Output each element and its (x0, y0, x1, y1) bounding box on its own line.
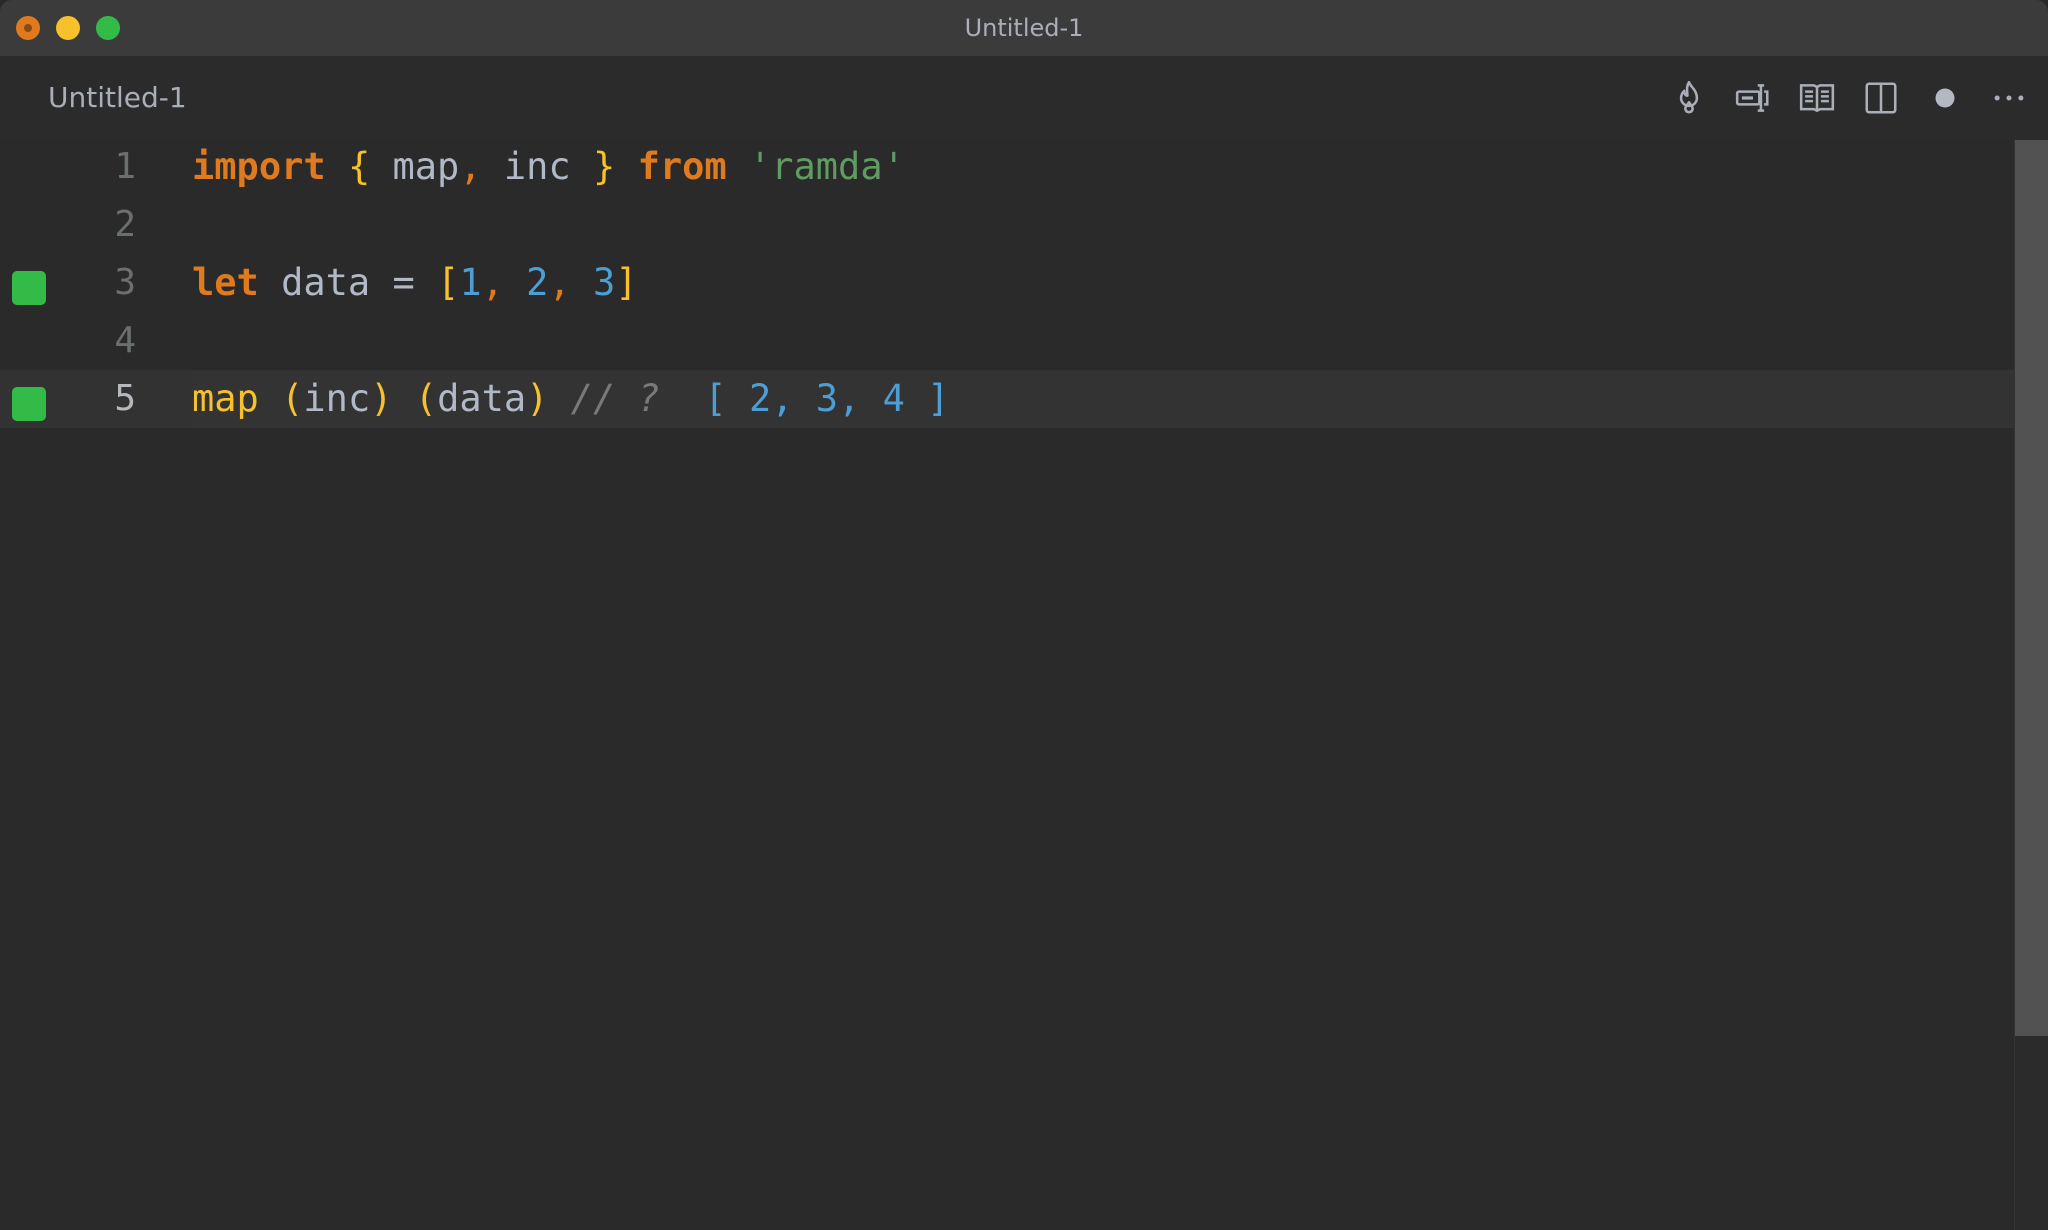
book-icon (1799, 84, 1835, 113)
split-editor-icon (1865, 82, 1897, 114)
code-token: // ? (548, 377, 660, 420)
split-editor-button[interactable] (1862, 79, 1900, 117)
code-token: , (481, 261, 504, 304)
code-token: 1 (459, 261, 482, 304)
line-number: 1 (114, 146, 136, 187)
coverage-marker-icon[interactable] (12, 271, 46, 305)
line-number: 3 (114, 262, 136, 303)
rename-symbol-button[interactable] (1734, 79, 1772, 117)
line-number: 4 (114, 320, 136, 361)
code-token: ( (414, 377, 438, 420)
code-token: ) (526, 377, 549, 420)
code-token: { (347, 145, 371, 188)
scrollbar-thumb[interactable] (2015, 140, 2048, 1036)
code-token: 'ramda' (748, 145, 905, 188)
unsaved-dot-icon (1935, 88, 1955, 108)
editor-tab-bar: Untitled-1 (0, 56, 2048, 140)
code-token: import (192, 145, 326, 188)
code-line-3[interactable]: 3 let data = [1, 2, 3] (0, 254, 2014, 312)
code-token: map (370, 145, 460, 188)
code-token: ( (281, 377, 304, 420)
editor-actions (1670, 56, 2028, 140)
line-number: 2 (114, 204, 136, 245)
rename-icon (1735, 84, 1769, 112)
code-token: , (548, 261, 571, 304)
flame-icon (1679, 80, 1699, 114)
code-token: from (637, 145, 727, 188)
coverage-marker-icon[interactable] (12, 387, 46, 421)
line-code[interactable]: let data = [1, 2, 3] (192, 254, 638, 312)
line-code[interactable]: import { map, inc } from 'ramda' (192, 138, 905, 196)
code-editor[interactable]: 1 import { map, inc } from 'ramda' 2 3 let d… (0, 140, 2014, 1230)
quokka-flame-button[interactable] (1670, 79, 1708, 117)
more-actions-button[interactable] (1990, 79, 2028, 117)
code-token: , (459, 145, 482, 188)
ellipsis-icon (1994, 95, 2024, 101)
code-token: ) (370, 377, 393, 420)
code-token: let (192, 261, 259, 304)
code-token: 2 (526, 261, 549, 304)
vertical-scrollbar[interactable] (2014, 140, 2048, 1230)
code-token: inc (303, 377, 371, 420)
tab-untitled-1[interactable]: Untitled-1 (48, 56, 187, 140)
title-bar: Untitled-1 (0, 0, 2048, 56)
code-token: [ (437, 261, 460, 304)
code-token: 3 (593, 261, 616, 304)
code-token: inc (481, 145, 593, 188)
unsaved-indicator[interactable] (1926, 79, 1964, 117)
code-line-4[interactable]: 4 (0, 312, 2014, 370)
code-line-1[interactable]: 1 import { map, inc } from 'ramda' (0, 138, 2014, 196)
code-token: map (192, 377, 259, 420)
code-token: data (437, 377, 527, 420)
code-line-2[interactable]: 2 (0, 196, 2014, 254)
open-preview-button[interactable] (1798, 79, 1836, 117)
code-token: } (593, 145, 616, 188)
code-token: data = (258, 261, 438, 304)
code-token: ] (615, 261, 638, 304)
code-line-5[interactable]: 5 map (inc) (data) // ? [ 2, 3, 4 ] (0, 370, 2014, 428)
line-number: 5 (114, 378, 136, 419)
inline-result: [ 2, 3, 4 ] (659, 377, 950, 420)
line-code[interactable]: map (inc) (data) // ? [ 2, 3, 4 ] (192, 370, 949, 428)
window-title: Untitled-1 (964, 14, 1084, 42)
